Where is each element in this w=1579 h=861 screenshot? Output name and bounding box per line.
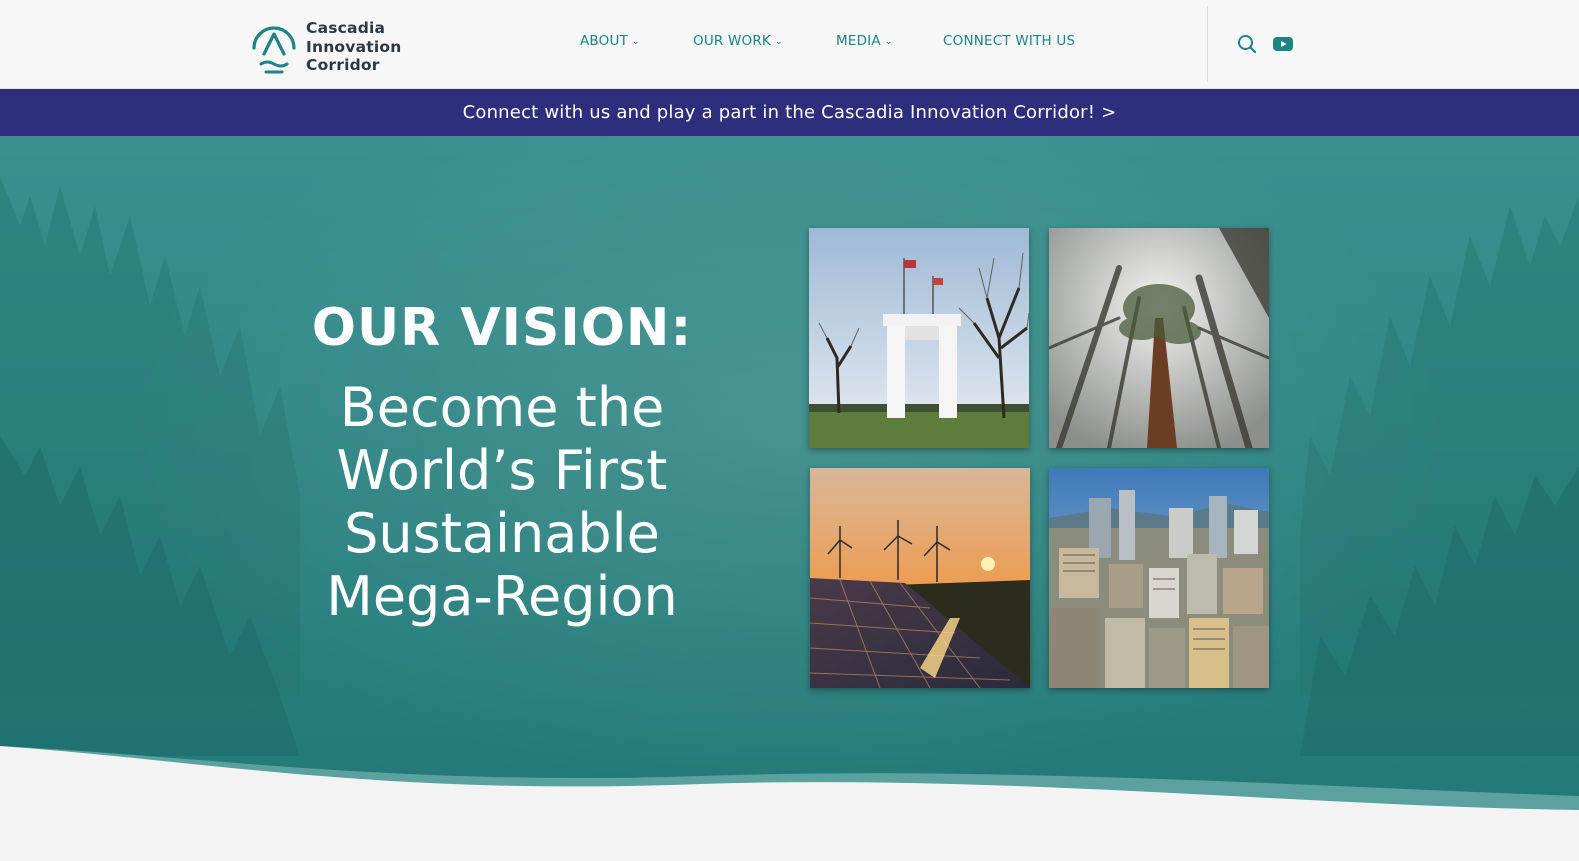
logo-mountain-icon: [252, 26, 296, 74]
nav-item-our-work[interactable]: OUR WORK ⌄: [693, 33, 783, 49]
nav-item-about[interactable]: ABOUT ⌄: [580, 33, 640, 49]
youtube-icon[interactable]: [1272, 35, 1294, 53]
nav-our-work-label: OUR WORK: [693, 33, 771, 49]
site-header: Cascadia Innovation Corridor ABOUT ⌄ OUR …: [0, 0, 1579, 89]
chevron-down-icon: ⌄: [775, 37, 783, 47]
logo-line-2: Innovation: [306, 37, 402, 56]
banner-text: Connect with us and play a part in the C…: [462, 102, 1117, 123]
logo-line-3: Corridor: [306, 56, 380, 74]
vision-statement: Become the World’s First Sustainable Meg…: [300, 376, 704, 628]
search-icon[interactable]: [1236, 33, 1258, 55]
nav-about-label: ABOUT: [580, 33, 629, 49]
photo-peace-arch: [809, 228, 1029, 448]
vision-line-2: World’s First: [336, 439, 668, 502]
nav-media-label: MEDIA: [836, 33, 881, 49]
photo-city-aerial: [1049, 468, 1269, 688]
vision-heading: OUR VISION:: [311, 298, 693, 358]
photo-solar-wind: [810, 468, 1030, 688]
logo-line-1: Cascadia: [306, 19, 386, 37]
photo-tall-trees: [1049, 228, 1269, 448]
site-logo[interactable]: Cascadia Innovation Corridor: [248, 12, 408, 78]
vision-line-1: Become the: [339, 376, 665, 439]
vision-line-3: Sustainable: [344, 502, 660, 565]
chevron-down-icon: ⌄: [632, 37, 640, 47]
chevron-down-icon: ⌄: [884, 37, 893, 47]
connect-banner[interactable]: Connect with us and play a part in the C…: [0, 89, 1579, 136]
header-divider: [1207, 6, 1208, 82]
nav-item-connect[interactable]: CONNECT WITH US: [943, 33, 1075, 49]
logo-wordmark: Cascadia Innovation Corridor: [306, 19, 401, 75]
nav-item-media[interactable]: MEDIA ⌄: [836, 33, 893, 49]
hero-wave-divider: [0, 746, 1579, 861]
vision-line-4: Mega-Region: [326, 565, 678, 628]
nav-connect-label: CONNECT WITH US: [943, 33, 1076, 49]
hero-section: OUR VISION: Become the World’s First Sus…: [0, 136, 1579, 861]
